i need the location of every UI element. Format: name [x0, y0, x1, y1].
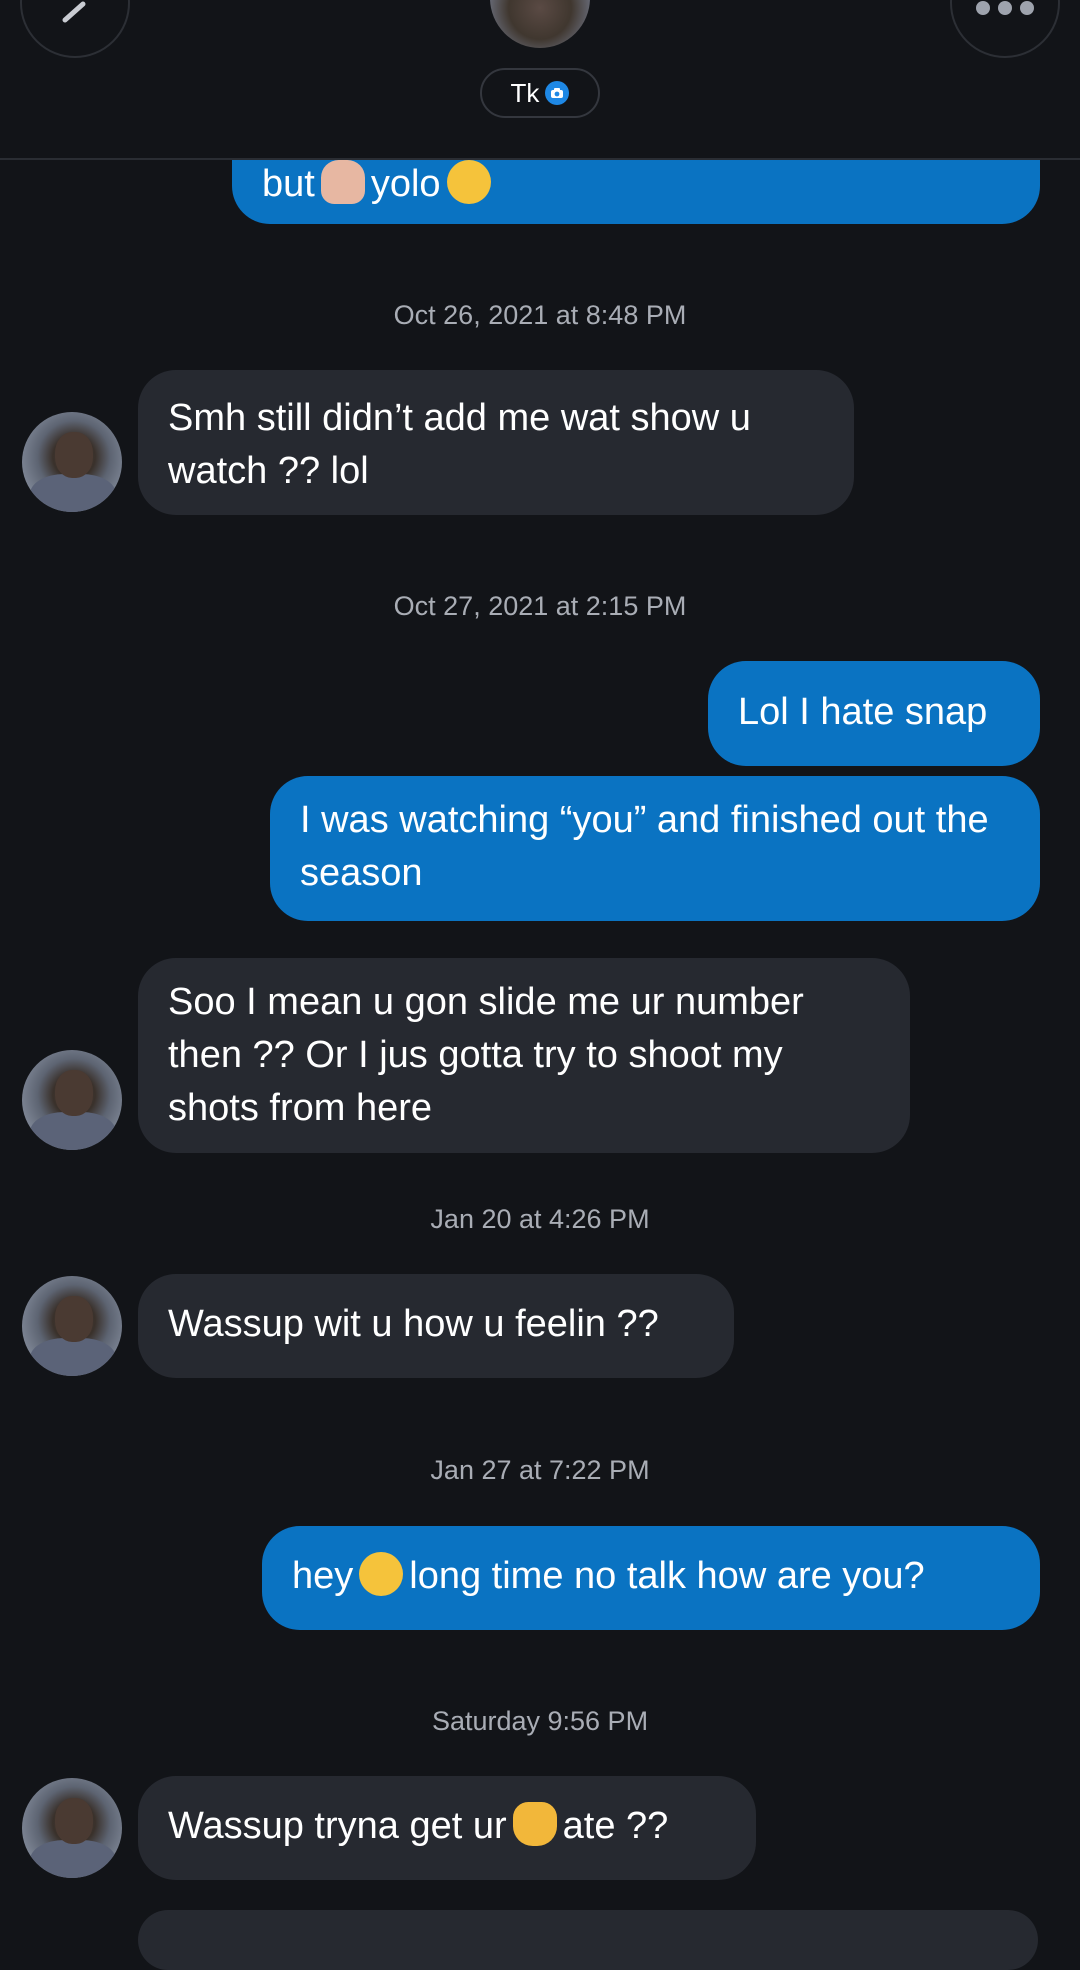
incoming-message[interactable] — [138, 1910, 1038, 1970]
message-text: hey — [292, 1555, 354, 1597]
message-thread[interactable]: but yolo Oct 26, 2021 at 8:48 PM Smh stil… — [0, 0, 1080, 1970]
smiling-emoji-icon — [359, 1552, 404, 1596]
more-dots-icon — [976, 1, 1034, 15]
timestamp: Saturday 9:56 PM — [431, 1706, 649, 1736]
message-text: but — [262, 163, 315, 205]
incoming-message[interactable]: Smh still didn’t add me wat show u watch… — [138, 370, 854, 515]
incoming-message[interactable]: Soo I mean u gon slide me ur number then… — [138, 958, 910, 1153]
outgoing-message[interactable]: I was watching “you” and finished out th… — [270, 776, 1040, 921]
incoming-message[interactable]: Wassup tryna get ur ate ?? — [138, 1776, 756, 1880]
avatar[interactable] — [22, 1778, 122, 1878]
timestamp: Oct 27, 2021 at 2:15 PM — [393, 591, 687, 621]
camera-badge-icon — [545, 81, 570, 105]
incoming-message[interactable]: Wassup wit u how u feelin ?? — [138, 1274, 734, 1378]
contact-name: Tk — [510, 77, 540, 108]
message-text: Wassup tryna get ur — [168, 1805, 507, 1847]
shrug-emoji-icon — [320, 160, 365, 204]
timestamp: Jan 20 at 4:26 PM — [430, 1204, 650, 1234]
contact-avatar[interactable] — [490, 0, 590, 48]
laugh-cry-emoji-icon — [446, 160, 491, 204]
timestamp: Jan 27 at 7:22 PM — [430, 1455, 650, 1485]
chevron-left-icon — [62, 1, 86, 23]
avatar[interactable] — [22, 1276, 122, 1376]
avatar[interactable] — [22, 412, 122, 512]
message-text: long time no talk how are you? — [409, 1555, 925, 1597]
chat-header: Tk — [0, 0, 1080, 160]
avatar[interactable] — [22, 1050, 122, 1150]
outgoing-message[interactable]: hey long time no talk how are you? — [262, 1526, 1040, 1630]
message-text: yolo — [370, 163, 441, 205]
timestamp: Oct 26, 2021 at 8:48 PM — [393, 300, 687, 330]
outgoing-message[interactable]: Lol I hate snap — [708, 661, 1040, 766]
contact-name-pill[interactable]: Tk — [480, 68, 600, 118]
more-options-button[interactable] — [950, 0, 1060, 58]
back-button[interactable] — [20, 0, 130, 58]
cat-emoji-icon — [512, 1802, 557, 1846]
message-text: ate ?? — [562, 1805, 669, 1847]
